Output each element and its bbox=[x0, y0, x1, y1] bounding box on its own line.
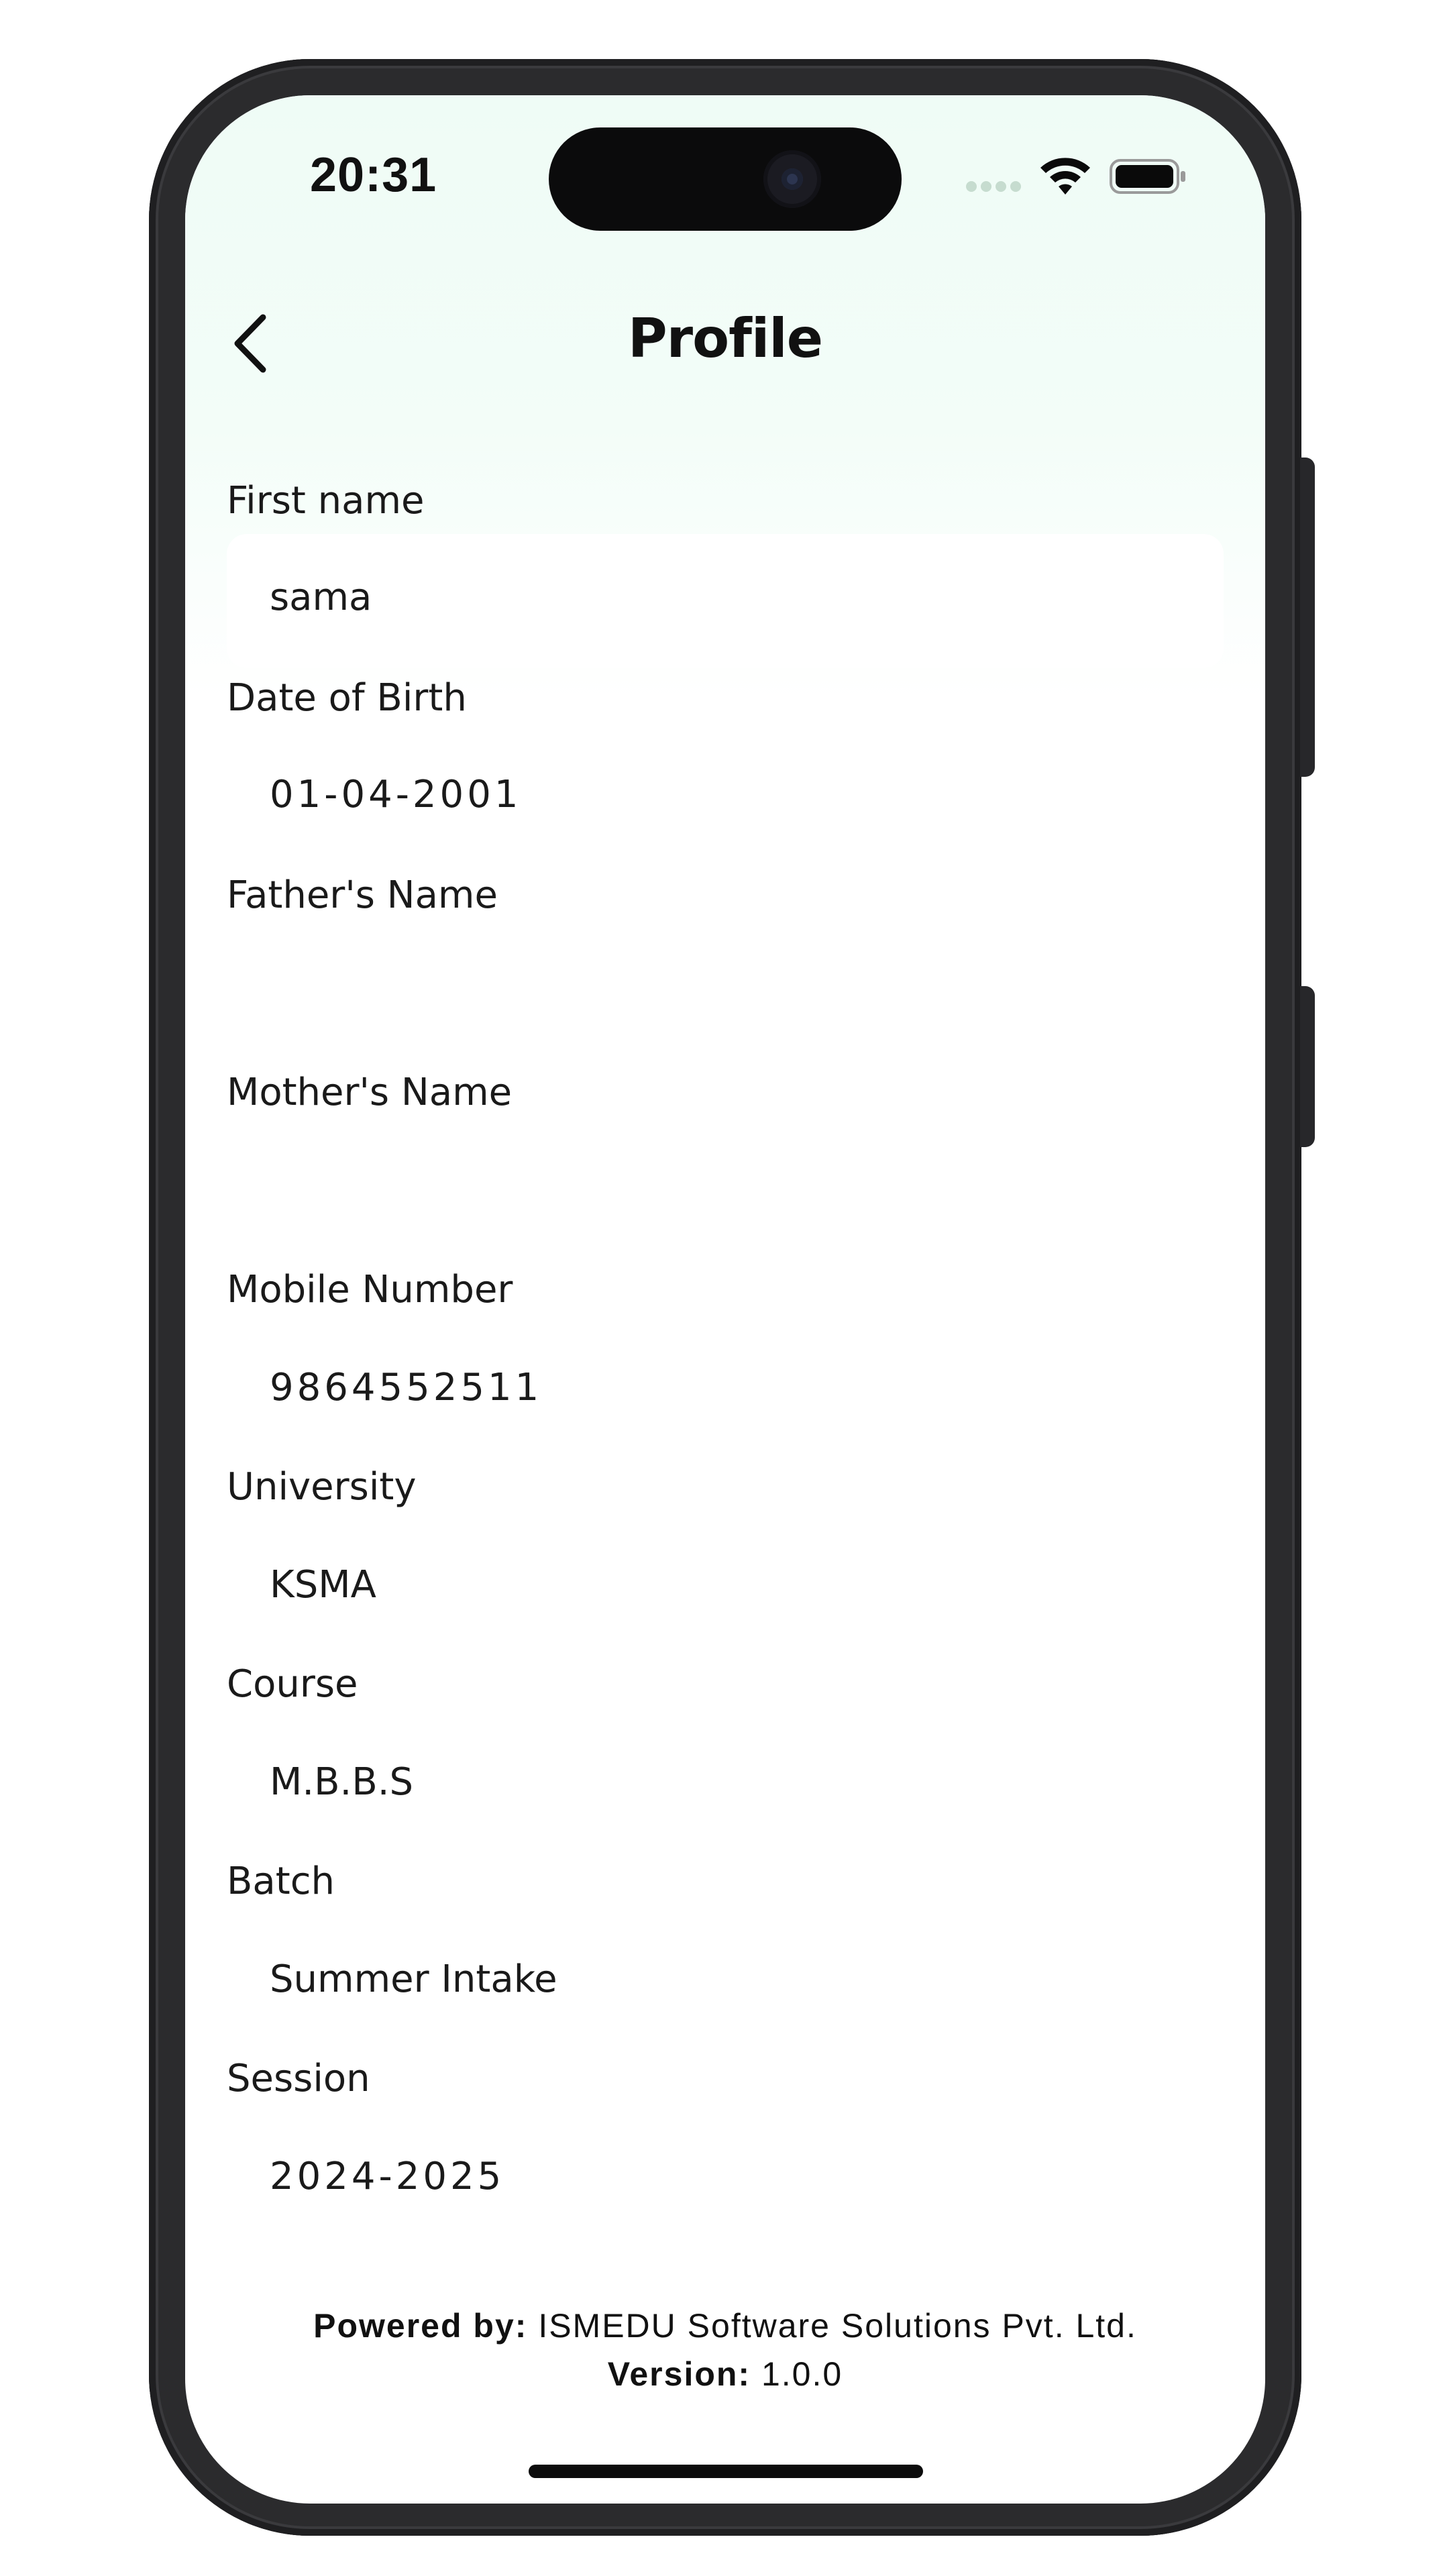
mobile-number-value[interactable]: 9864552511 bbox=[270, 1366, 542, 1409]
mothers-name-label: Mother's Name bbox=[227, 1071, 513, 1114]
powered-by-label: Powered by: bbox=[313, 2307, 528, 2345]
session-value[interactable]: 2024-2025 bbox=[270, 2155, 504, 2198]
first-name-field[interactable] bbox=[227, 534, 1224, 668]
version-label: Version: bbox=[607, 2355, 751, 2393]
first-name-label: First name bbox=[227, 479, 425, 523]
mobile-number-label: Mobile Number bbox=[227, 1268, 513, 1311]
wifi-icon bbox=[1040, 158, 1090, 195]
fathers-name-value[interactable] bbox=[270, 970, 1142, 1017]
date-of-birth-value[interactable]: 01-04-2001 bbox=[270, 773, 521, 816]
batch-label: Batch bbox=[227, 1860, 335, 1903]
status-time: 20:31 bbox=[310, 148, 437, 202]
first-name-value: sama bbox=[270, 576, 372, 619]
course-label: Course bbox=[227, 1662, 358, 1706]
version-value: 1.0.0 bbox=[761, 2355, 843, 2393]
dynamic-island bbox=[549, 127, 902, 231]
side-button-power bbox=[1300, 458, 1315, 777]
cellular-signal-icon bbox=[966, 181, 1024, 195]
batch-value[interactable]: Summer Intake bbox=[270, 1957, 557, 2001]
session-label: Session bbox=[227, 2057, 370, 2100]
camera-icon bbox=[763, 150, 821, 208]
powered-by-value: ISMEDU Software Solutions Pvt. Ltd. bbox=[538, 2307, 1137, 2345]
home-indicator[interactable] bbox=[529, 2465, 923, 2478]
app-screen: 20:31 Profile First name sama Date of Bi… bbox=[185, 95, 1265, 2504]
powered-by-line: Powered by: ISMEDU Software Solutions Pv… bbox=[185, 2306, 1265, 2345]
course-value[interactable]: M.B.B.S bbox=[270, 1760, 413, 1804]
fathers-name-label: Father's Name bbox=[227, 873, 498, 917]
side-button-secondary bbox=[1300, 986, 1315, 1147]
version-line: Version: 1.0.0 bbox=[185, 2355, 1265, 2394]
page-title: Profile bbox=[628, 307, 823, 370]
university-value[interactable]: KSMA bbox=[270, 1563, 376, 1607]
university-label: University bbox=[227, 1465, 417, 1509]
battery-icon bbox=[1110, 159, 1185, 194]
mothers-name-value[interactable] bbox=[270, 1167, 1142, 1214]
date-of-birth-label: Date of Birth bbox=[227, 676, 467, 720]
